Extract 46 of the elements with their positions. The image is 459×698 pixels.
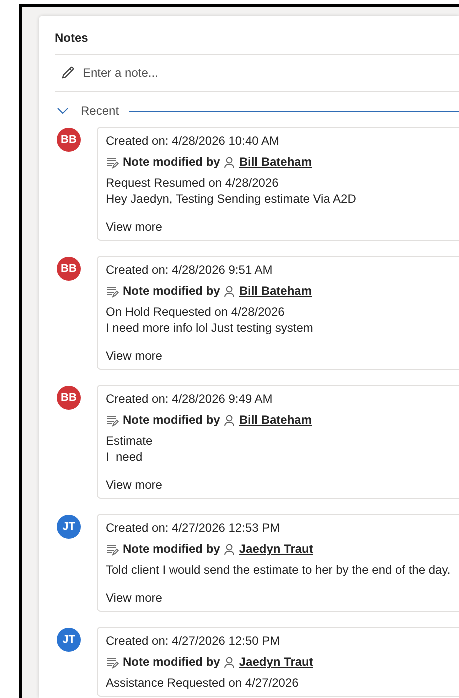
note-text: I need [106,449,144,465]
author-link[interactable]: Jaedyn Traut [239,541,314,558]
avatar: BB [57,386,81,410]
created-date: Created on: 4/28/2026 9:49 AM [106,391,274,407]
note-icon [106,656,119,668]
avatar: BB [57,257,81,281]
panel-title: Notes [55,28,459,55]
note-text: On Hold Requested on 4/28/2026 [106,304,286,320]
view-more-link[interactable]: View more [106,219,162,235]
avatar: JT [57,628,81,652]
author-link[interactable]: Bill Bateham [239,412,312,429]
note-action: Note modified by [123,541,220,558]
avatar: BB [57,128,81,152]
section-toggle[interactable]: Recent [57,104,120,118]
note-text: Assistance Requested on 4/27/2026 [106,675,300,691]
person-icon [224,156,236,168]
note-icon [106,544,119,556]
note-text: Told client I would send the estimate to her by the end of the day. [106,562,452,578]
person-icon [224,656,236,668]
author-link[interactable]: Jaedyn Traut [239,654,314,671]
note-icon [106,414,119,426]
note-action: Note modified by [123,654,220,671]
note-action: Note modified by [123,154,220,171]
person-icon [224,414,236,426]
note-text: Estimate [106,433,154,449]
note-icon [106,286,119,298]
view-more-link[interactable]: View more [106,348,162,364]
note-text: Request Resumed on 4/28/2026 [106,175,280,191]
view-more-link[interactable]: View more [106,590,162,606]
note-text: I need more info lol Just testing system [106,320,314,336]
author-link[interactable]: Bill Bateham [239,154,312,171]
view-more-link[interactable]: View more [106,477,162,493]
chevron-icon [57,107,69,115]
created-date: Created on: 4/27/2026 12:53 PM [106,520,282,536]
person-icon [224,286,236,298]
note-action: Note modified by [123,412,220,429]
person-icon [224,544,236,556]
created-date: Created on: 4/28/2026 10:40 AM [106,133,280,149]
note-icon [106,156,119,168]
note-action: Note modified by [123,283,220,300]
note-text: Hey Jaedyn, Testing Sending estimate Via A2D [106,191,358,207]
created-date: Created on: 4/27/2026 12:50 PM [106,633,282,649]
author-link[interactable]: Bill Bateham [239,283,312,300]
created-date: Created on: 4/28/2026 9:51 AM [106,262,274,278]
avatar: JT [57,515,81,539]
pencil-icon [61,66,75,80]
